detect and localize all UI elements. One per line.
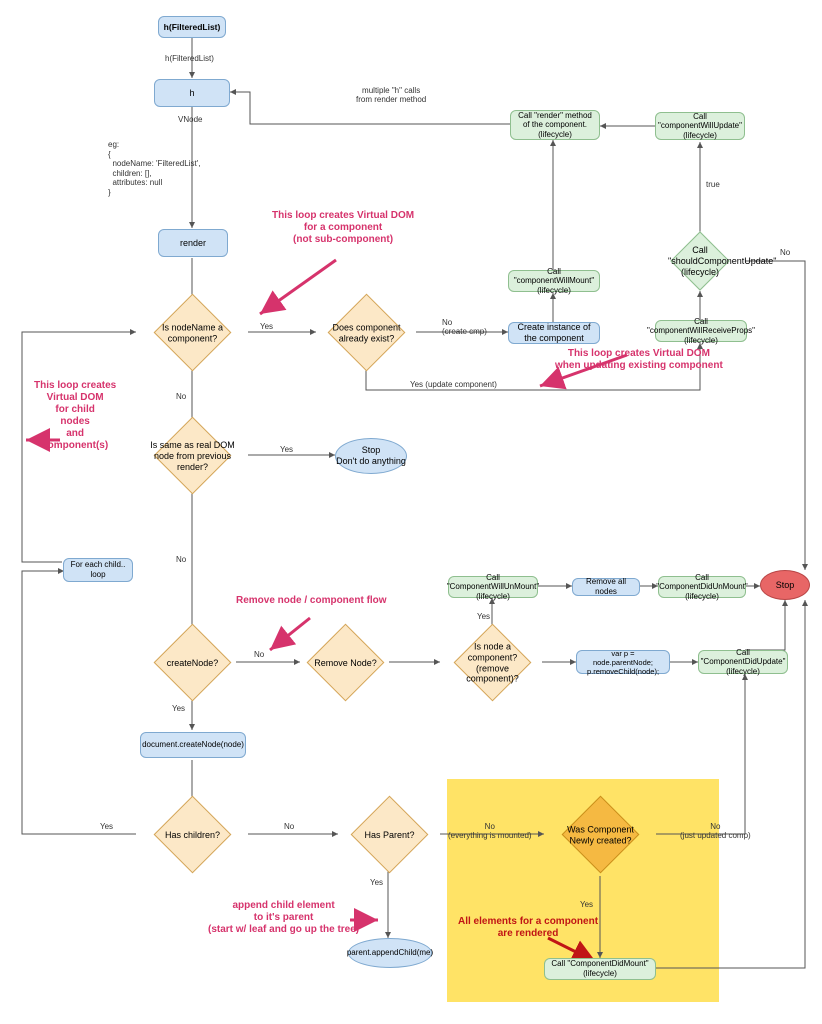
edge-no-should: No — [780, 248, 790, 257]
start-sub-label: h(FilteredList) — [165, 54, 214, 63]
for-each-child-node: For each child.. loop — [63, 558, 133, 582]
has-parent-decision: Has Parent? — [351, 796, 429, 874]
edge-no-haschildren: No — [284, 822, 294, 831]
var-p-remove-node: var p = node.parentNode; p.removeChild(n… — [576, 650, 670, 674]
should-update-decision: Call "shouldComponentUpdate" (lifecycle) — [670, 231, 729, 290]
is-node-component-decision: Is node a component? (remove component)? — [454, 624, 532, 702]
annotation-vdom-comp: This loop creates Virtual DOM for a comp… — [272, 210, 414, 246]
stop-dont-node: Stop Don't do anything — [335, 438, 407, 474]
h-label: h — [189, 88, 194, 99]
did-update-node: Call "ComponentDidUpdate" (lifecycle) — [698, 650, 788, 674]
edge-yes-update: Yes (update component) — [410, 380, 497, 389]
create-node-decision: createNode? — [154, 624, 232, 702]
edge-yes-hasparent: Yes — [370, 878, 383, 887]
will-unmount-node: Call "ComponentWillUnMount" (lifecycle) — [448, 576, 538, 598]
annotation-remove-flow: Remove node / component flow — [236, 595, 387, 607]
start-label: h(FilteredList) — [164, 22, 221, 32]
document-create-node: document.createNode(node) — [140, 732, 246, 758]
create-instance-node: Create instance of the component — [508, 322, 600, 344]
render-label: render — [180, 238, 206, 249]
has-children-decision: Has children? — [154, 796, 232, 874]
annotation-child-nodes: This loop creates Virtual DOM for child … — [34, 380, 116, 452]
annotation-append-child: append child element to it's parent (sta… — [208, 900, 359, 936]
edge-no-mounted: No (everything is mounted) — [448, 822, 532, 840]
edge-no-createnode: No — [254, 650, 264, 659]
edge-no-updated: No (just updated comp) — [680, 822, 751, 840]
annotation-vdom-update: This loop creates Virtual DOM when updat… — [555, 348, 723, 372]
will-update-node: Call "componentWillUpdate" (lifecycle) — [655, 112, 745, 140]
edge-no-create: No (create cmp) — [442, 318, 487, 336]
append-child-node: parent.appendChild(me) — [348, 938, 432, 968]
edge-true: true — [706, 180, 720, 189]
annotation-all-rendered: All elements for a component are rendere… — [458, 916, 598, 940]
edge-no-nodename: No — [176, 392, 186, 401]
remove-all-node: Remove all nodes — [572, 578, 640, 596]
edge-yes-same: Yes — [280, 445, 293, 454]
edge-yes-iscomp: Yes — [477, 612, 490, 621]
edge-yes-1: Yes — [260, 322, 273, 331]
vnode-label: VNode — [178, 115, 202, 124]
h-node: h — [154, 79, 230, 107]
start-node: h(FilteredList) — [158, 16, 226, 38]
same-as-real-decision: Is same as real DOM node from previous r… — [154, 417, 232, 495]
did-unmount-node: Call "ComponentDidUnMount" (lifecycle) — [658, 576, 746, 598]
edge-yes-create: Yes — [172, 704, 185, 713]
will-receive-props-node: Call "componentWillReceiveProps" (lifecy… — [655, 320, 747, 342]
vnode-example: eg: { nodeName: 'FilteredList', children… — [108, 140, 200, 198]
is-nodename-component-decision: Is nodeName a component? — [154, 294, 232, 372]
will-mount-node: Call "componentWillMount" (lifecycle) — [508, 270, 600, 292]
render-node: render — [158, 229, 228, 257]
edge-multiple-h: multiple "h" calls from render method — [356, 86, 426, 104]
remove-node-decision: Remove Node? — [307, 624, 385, 702]
edge-no-same: No — [176, 555, 186, 564]
edge-yes-haschildren: Yes — [100, 822, 113, 831]
did-mount-node: Call "ComponentDidMount" (lifecycle) — [544, 958, 656, 980]
call-render-node: Call "render" method of the component. (… — [510, 110, 600, 140]
edge-yes-newly: Yes — [580, 900, 593, 909]
stop-node: Stop — [760, 570, 810, 600]
component-exist-decision: Does component already exist? — [328, 294, 406, 372]
